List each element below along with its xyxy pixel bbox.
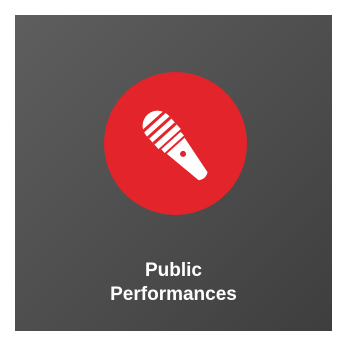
public-performances-tile[interactable]: Public Performances xyxy=(15,15,332,331)
microphone-icon xyxy=(141,110,208,181)
tile-title: Public Performances xyxy=(15,259,332,307)
tile-title-line-2: Performances xyxy=(110,284,237,305)
icon-circle xyxy=(104,72,247,215)
tile-title-line-1: Public xyxy=(144,260,202,281)
